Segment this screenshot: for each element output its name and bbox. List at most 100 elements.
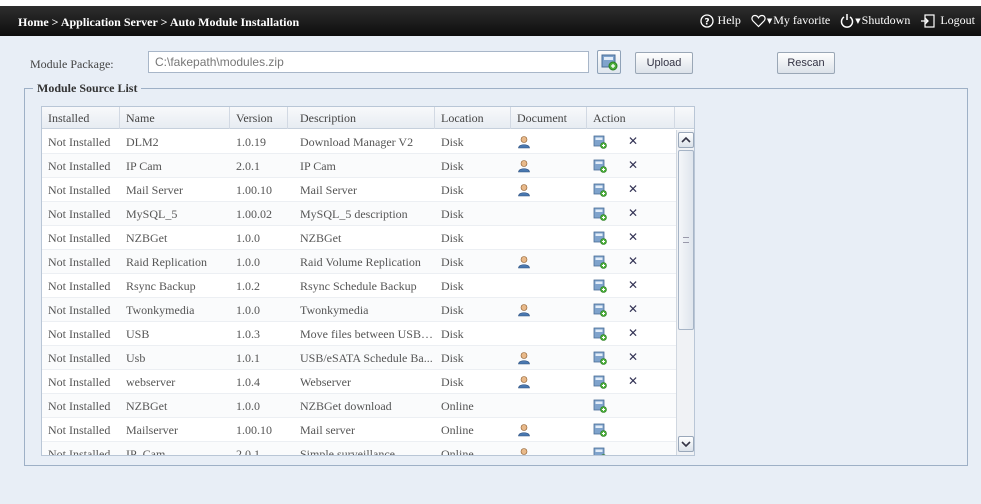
- install-icon[interactable]: [593, 351, 607, 365]
- description-cell: Webserver: [300, 375, 352, 389]
- column-header-version[interactable]: Version: [230, 107, 288, 129]
- version-cell: 1.0.4: [236, 375, 260, 389]
- name-cell: MySQL_5: [126, 207, 178, 221]
- chevron-up-icon: [681, 136, 691, 143]
- table-row[interactable]: Not Installed Usb 1.0.1 USB/eSATA Schedule …: [42, 346, 676, 370]
- description-cell: Mail Server: [300, 183, 357, 197]
- version-cell: 1.0.19: [236, 135, 266, 149]
- browse-button[interactable]: [597, 50, 621, 74]
- user-doc-icon[interactable]: [517, 423, 531, 437]
- scroll-down-button[interactable]: [678, 436, 694, 452]
- close-icon[interactable]: ✕: [626, 134, 640, 148]
- module-package-input[interactable]: C:\fakepath\modules.zip: [148, 51, 589, 73]
- user-doc-icon[interactable]: [517, 375, 531, 389]
- close-icon[interactable]: ✕: [626, 278, 640, 292]
- description-cell: Rsync Schedule Backup: [300, 279, 417, 293]
- shutdown-link[interactable]: ▼ Shutdown: [840, 13, 910, 28]
- upload-button[interactable]: Upload: [635, 52, 693, 74]
- user-doc-icon[interactable]: [517, 303, 531, 317]
- table-row[interactable]: Not Installed webserver 1.0.4 Webserver Disk…: [42, 370, 676, 394]
- scroll-thumb[interactable]: [678, 150, 694, 330]
- top-bar: Home > Application Server > Auto Module …: [0, 0, 981, 36]
- close-icon[interactable]: ✕: [626, 158, 640, 172]
- breadcrumb-home[interactable]: Home: [18, 15, 49, 29]
- power-icon: [841, 14, 854, 28]
- logout-link[interactable]: Logout: [920, 13, 975, 28]
- version-cell: 1.00.02: [236, 207, 272, 221]
- scroll-grip: [683, 237, 689, 243]
- close-icon[interactable]: ✕: [626, 326, 640, 340]
- grid-header: Installed Name Version Description Locat…: [42, 107, 694, 129]
- install-icon[interactable]: [593, 279, 607, 293]
- rescan-button[interactable]: Rescan: [777, 52, 835, 74]
- table-row[interactable]: Not Installed NZBGet 1.0.0 NZBGet Disk ✕: [42, 226, 676, 250]
- close-icon[interactable]: ✕: [626, 374, 640, 388]
- name-cell: Usb: [126, 351, 146, 365]
- description-cell: MySQL_5 description: [300, 207, 408, 221]
- location-cell: Disk: [441, 327, 464, 341]
- user-doc-icon[interactable]: [517, 255, 531, 269]
- install-icon[interactable]: [593, 207, 607, 221]
- column-header-location[interactable]: Location: [435, 107, 511, 129]
- installed-cell: Not Installed: [48, 279, 111, 293]
- column-header-installed[interactable]: Installed: [42, 107, 120, 129]
- location-cell: Disk: [441, 183, 464, 197]
- breadcrumb-section[interactable]: Application Server: [61, 15, 158, 29]
- close-icon[interactable]: ✕: [626, 182, 640, 196]
- table-row[interactable]: Not Installed IP_Cam 2.0.1 Simple surveilla…: [42, 442, 676, 455]
- version-cell: 1.0.3: [236, 327, 260, 341]
- chevron-down-icon: [681, 441, 691, 448]
- table-row[interactable]: Not Installed IP Cam 2.0.1 IP Cam Disk ✕: [42, 154, 676, 178]
- grid-body: Not Installed DLM2 1.0.19 Download Manager …: [42, 130, 676, 455]
- table-row[interactable]: Not Installed Mailserver 1.00.10 Mail serve…: [42, 418, 676, 442]
- close-icon[interactable]: ✕: [626, 350, 640, 364]
- name-cell: Raid Replication: [126, 255, 207, 269]
- name-cell: IP Cam: [126, 159, 162, 173]
- install-icon[interactable]: [593, 231, 607, 245]
- table-row[interactable]: Not Installed DLM2 1.0.19 Download Manager …: [42, 130, 676, 154]
- install-icon[interactable]: [593, 327, 607, 341]
- install-icon[interactable]: [593, 303, 607, 317]
- location-cell: Online: [441, 399, 474, 413]
- install-icon[interactable]: [593, 159, 607, 173]
- table-row[interactable]: Not Installed Mail Server 1.00.10 Mail Serv…: [42, 178, 676, 202]
- table-row[interactable]: Not Installed Rsync Backup 1.0.2 Rsync Sche…: [42, 274, 676, 298]
- table-row[interactable]: Not Installed USB 1.0.3 Move files between …: [42, 322, 676, 346]
- user-doc-icon[interactable]: [517, 159, 531, 173]
- install-icon[interactable]: [593, 399, 607, 413]
- install-icon[interactable]: [593, 375, 607, 389]
- column-header-name[interactable]: Name: [120, 107, 230, 129]
- module-grid: Installed Name Version Description Locat…: [41, 106, 695, 456]
- column-header-action[interactable]: Action: [587, 107, 675, 129]
- column-header-document[interactable]: Document: [511, 107, 587, 129]
- table-row[interactable]: Not Installed NZBGet 1.0.0 NZBGet download O…: [42, 394, 676, 418]
- favorite-link[interactable]: ▼ My favorite: [751, 13, 830, 28]
- close-icon[interactable]: ✕: [626, 302, 640, 316]
- close-icon[interactable]: ✕: [626, 230, 640, 244]
- close-icon[interactable]: ✕: [626, 206, 640, 220]
- vertical-scrollbar[interactable]: [676, 130, 694, 455]
- location-cell: Online: [441, 423, 474, 437]
- help-link[interactable]: ? Help: [699, 13, 741, 28]
- name-cell: Twonkymedia: [126, 303, 195, 317]
- user-doc-icon[interactable]: [517, 183, 531, 197]
- location-cell: Disk: [441, 279, 464, 293]
- user-doc-icon[interactable]: [517, 135, 531, 149]
- column-header-description[interactable]: Description: [294, 107, 435, 129]
- user-doc-icon[interactable]: [517, 447, 531, 455]
- install-icon[interactable]: [593, 423, 607, 437]
- scroll-up-button[interactable]: [678, 132, 694, 148]
- install-icon[interactable]: [593, 447, 607, 455]
- install-icon[interactable]: [593, 183, 607, 197]
- name-cell: Mailserver: [126, 423, 178, 437]
- install-icon[interactable]: [593, 255, 607, 269]
- heart-icon: [751, 14, 766, 27]
- install-icon[interactable]: [593, 135, 607, 149]
- table-row[interactable]: Not Installed MySQL_5 1.00.02 MySQL_5 descr…: [42, 202, 676, 226]
- name-cell: NZBGet: [126, 399, 168, 413]
- name-cell: DLM2: [126, 135, 159, 149]
- table-row[interactable]: Not Installed Twonkymedia 1.0.0 Twonkymedia…: [42, 298, 676, 322]
- table-row[interactable]: Not Installed Raid Replication 1.0.0 Raid V…: [42, 250, 676, 274]
- user-doc-icon[interactable]: [517, 351, 531, 365]
- close-icon[interactable]: ✕: [626, 254, 640, 268]
